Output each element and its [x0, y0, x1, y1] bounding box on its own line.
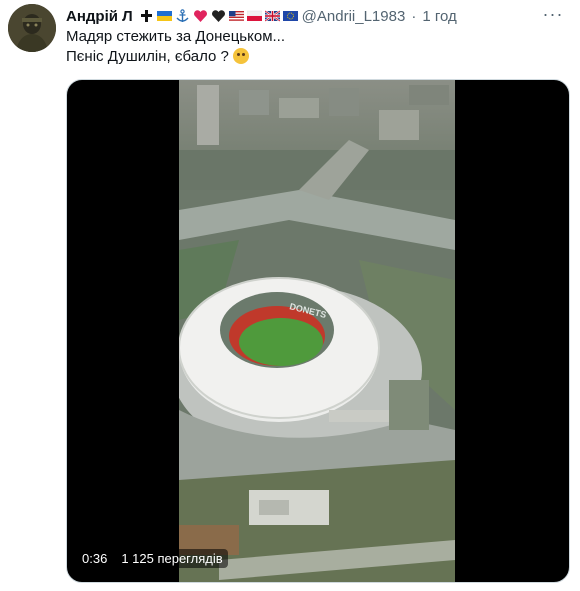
aerial-stadium-image: DONETS — [179, 80, 455, 582]
video-player[interactable]: DONETS 0:36 1 125 переглядів — [66, 79, 570, 583]
eu-flag-icon — [282, 11, 298, 21]
ukraine-flag-icon — [156, 11, 172, 21]
video-views: 1 125 переглядів — [116, 549, 228, 568]
video-frame[interactable]: DONETS — [179, 80, 455, 582]
tweet-time[interactable]: 1 год — [422, 8, 456, 25]
tweet-text-line-2-text: Пєніс Душилін, єбало ? — [66, 48, 229, 65]
uk-flag-icon — [264, 10, 280, 22]
avatar[interactable] — [8, 4, 56, 52]
tweet-text-line-1: Мадяр стежить за Донецьком... — [66, 28, 286, 45]
more-icon: ··· — [542, 3, 564, 24]
author-name[interactable]: Андрій Л — [66, 8, 133, 25]
name-badges — [139, 9, 298, 23]
cross-icon — [140, 10, 152, 22]
anchor-icon — [176, 9, 189, 22]
usa-flag-icon — [228, 11, 244, 21]
tweet: Андрій Л @Andrii_L1983 · 1 год ··· Мадяр… — [0, 0, 580, 591]
poland-flag-icon — [246, 10, 262, 21]
tweet-text: Мадяр стежить за Донецьком... Пєніс Души… — [66, 27, 285, 67]
video-duration: 0:36 — [77, 549, 113, 568]
black-heart-icon — [211, 10, 225, 22]
red-heart-icon — [193, 10, 207, 22]
author-handle[interactable]: @Andrii_L1983 — [302, 8, 406, 25]
tweet-text-line-2: Пєніс Душилін, єбало ? — [66, 47, 285, 67]
avatar-image — [8, 4, 56, 52]
tweet-header: Андрій Л @Andrii_L1983 · 1 год — [66, 6, 457, 26]
separator-dot: · — [411, 7, 417, 25]
video-overlay: 0:36 1 125 переглядів — [77, 549, 228, 568]
more-options-button[interactable]: ··· — [540, 4, 566, 24]
thinking-face-emoji-icon — [232, 48, 249, 64]
